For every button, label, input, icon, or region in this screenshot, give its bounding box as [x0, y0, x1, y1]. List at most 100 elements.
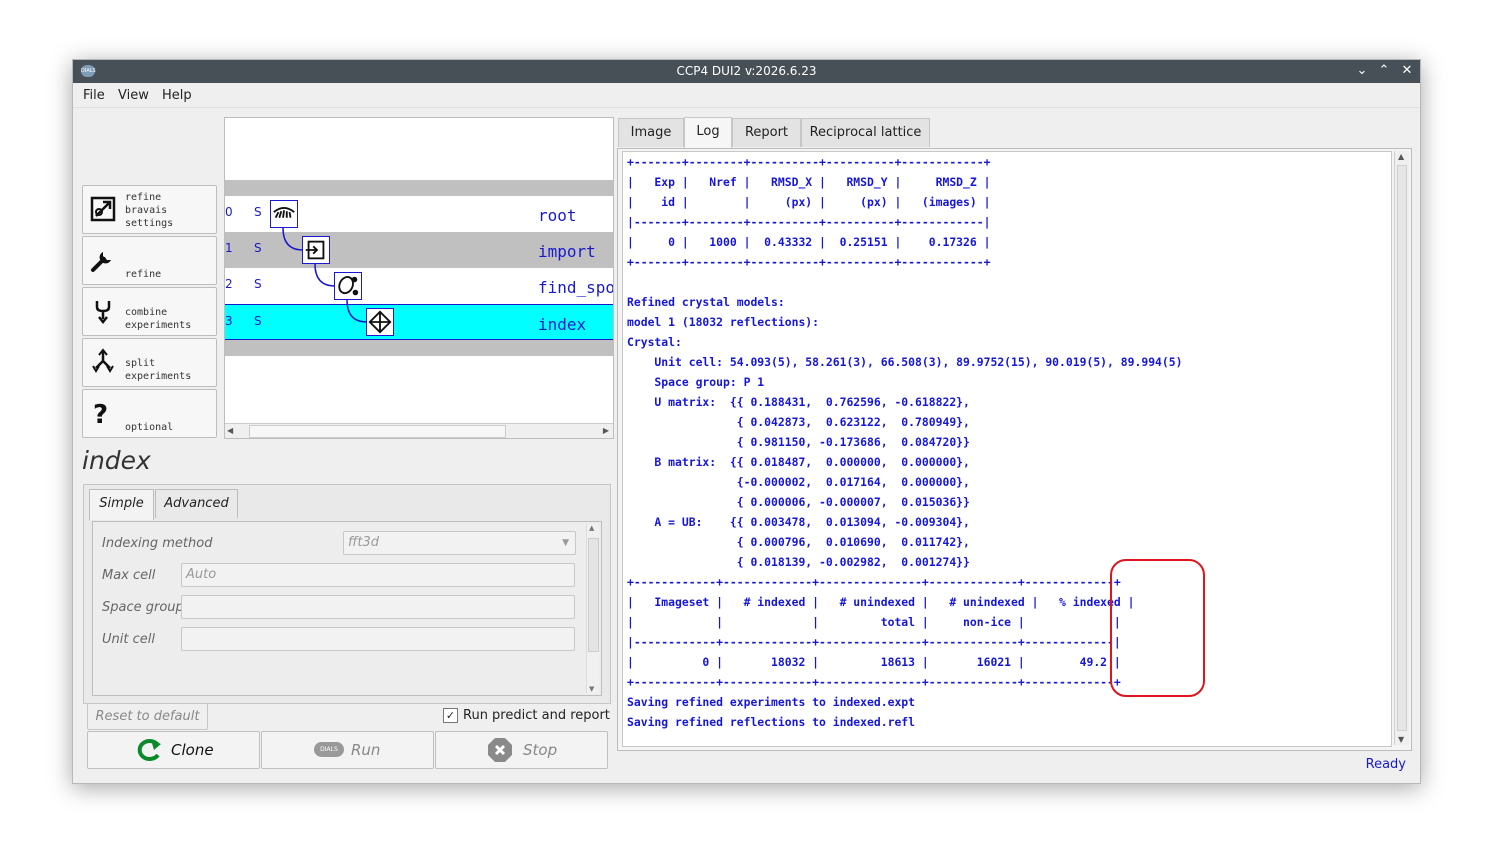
unit-cell-label: Unit cell: [102, 632, 155, 647]
tree-row-root[interactable]: 0 S root: [225, 196, 613, 232]
combine-label: combine experiments: [125, 307, 192, 331]
tab-advanced[interactable]: Advanced: [155, 489, 238, 518]
clone-button[interactable]: Clone: [87, 731, 260, 769]
question-icon: ?: [93, 400, 108, 427]
log-line: Unit cell: 54.093(5), 58.261(3), 66.508(…: [627, 355, 1183, 369]
space-group-label: Space group: [102, 600, 184, 615]
chevron-down-icon: ▼: [562, 538, 569, 548]
log-line: model 1 (18032 reflections):: [627, 315, 820, 329]
tab-image[interactable]: Image: [618, 118, 684, 147]
log-line: | | | total | non-ice | |: [627, 615, 1121, 629]
log-line: {-0.000002, 0.017164, 0.000000},: [627, 475, 970, 489]
scroll-down-icon[interactable]: ▼: [1398, 735, 1404, 744]
scroll-up-icon[interactable]: ▲: [589, 524, 594, 532]
log-output: +-------+--------+----------+----------+…: [623, 152, 1391, 732]
minimize-button[interactable]: ⌄: [1354, 63, 1370, 79]
indexing-method-value: fft3d: [348, 535, 380, 550]
node-status: S: [254, 277, 262, 291]
params-scroll-thumb[interactable]: [588, 538, 599, 652]
run-predict-checkbox[interactable]: ✓: [443, 708, 458, 723]
optional-label: optional: [125, 422, 174, 433]
split-experiments-button[interactable]: split experiments: [82, 338, 217, 387]
menu-help[interactable]: Help: [162, 88, 192, 103]
menu-view[interactable]: View: [118, 88, 149, 103]
log-line: B matrix: {{ 0.018487, 0.000000, 0.00000…: [627, 455, 970, 469]
tree-row-find-spots[interactable]: 2 S find_spots: [225, 268, 613, 304]
root-icon: [270, 200, 298, 228]
refine-bravais-icon: [90, 196, 116, 222]
menu-file[interactable]: File: [83, 88, 105, 103]
tab-reciprocal-lattice[interactable]: Reciprocal lattice: [801, 118, 930, 147]
space-group-input[interactable]: [181, 595, 575, 619]
node-number: 3: [225, 314, 233, 328]
refine-bravais-settings-button[interactable]: refine bravais settings: [82, 185, 217, 234]
stop-button[interactable]: Stop: [435, 731, 608, 769]
log-pane: +-------+--------+----------+----------+…: [617, 148, 1412, 751]
log-line: +-------+--------+----------+----------+…: [627, 155, 991, 169]
run-predict-label: Run predict and report: [463, 708, 610, 723]
log-vertical-scrollbar[interactable]: ▲ ▼: [1394, 151, 1409, 745]
menu-bar: File View Help: [73, 83, 1420, 108]
node-status: S: [254, 241, 262, 255]
reset-to-default-button[interactable]: Reset to default: [87, 703, 208, 730]
stop-icon: [488, 738, 512, 762]
log-line: | id | | (px) | (px) | (images) |: [627, 195, 991, 209]
node-label: root: [538, 206, 577, 225]
log-line: | Exp | Nref | RMSD_X | RMSD_Y | RMSD_Z …: [627, 175, 991, 189]
log-scroll-thumb[interactable]: [1397, 165, 1407, 731]
run-label: Run: [351, 741, 381, 759]
svg-text:?: ?: [93, 400, 108, 427]
node-status: S: [254, 314, 262, 328]
node-number: 1: [225, 241, 233, 255]
run-button[interactable]: DIALS Run: [261, 731, 434, 769]
split-label: split experiments: [125, 358, 192, 382]
refine-bravais-label: refine bravais settings: [125, 192, 174, 229]
tree-row-index[interactable]: 3 S index: [225, 304, 613, 340]
refine-button[interactable]: refine: [82, 236, 217, 285]
params-scrollbar[interactable]: ▲ ▼: [586, 524, 599, 693]
tab-simple[interactable]: Simple: [89, 489, 154, 520]
log-line: { 0.000796, 0.010690, 0.011742},: [627, 535, 970, 549]
log-line: Saving refined experiments to indexed.ex…: [627, 695, 916, 709]
tab-report[interactable]: Report: [732, 118, 801, 147]
close-button[interactable]: ✕: [1399, 63, 1415, 79]
log-line: +------------+-------------+------------…: [627, 575, 1121, 589]
log-line: Crystal:: [627, 335, 682, 349]
scroll-up-icon[interactable]: ▲: [1398, 152, 1404, 161]
log-line: A = UB: {{ 0.003478, 0.013094, -0.009304…: [627, 515, 970, 529]
find-spots-icon: [334, 272, 362, 300]
stop-label: Stop: [523, 741, 558, 759]
scroll-left-icon[interactable]: ◀: [227, 426, 233, 435]
tree-horizontal-scrollbar[interactable]: ◀ ▶: [225, 423, 613, 438]
tree-scroll-thumb[interactable]: [249, 425, 506, 438]
unit-cell-input[interactable]: [181, 627, 575, 651]
clone-label: Clone: [171, 741, 214, 759]
max-cell-label: Max cell: [102, 568, 156, 583]
log-line: { 0.000006, -0.000007, 0.015036}}: [627, 495, 970, 509]
maximize-button[interactable]: ⌃: [1376, 63, 1392, 79]
step-title: index: [82, 446, 151, 475]
log-line: | 0 | 1000 | 0.43332 | 0.25151 | 0.17326…: [627, 235, 991, 249]
workflow-tree: 0 S root 1 S import 2 S find_spots 3 S: [224, 117, 614, 439]
node-label: index: [538, 315, 587, 334]
log-line: +-------+--------+----------+----------+…: [627, 255, 991, 269]
clone-arrow-icon: [137, 739, 161, 761]
node-number: 2: [225, 277, 233, 291]
tab-log[interactable]: Log: [684, 117, 732, 149]
scroll-down-icon[interactable]: ▼: [589, 685, 594, 693]
node-label: import: [538, 242, 596, 261]
indexing-method-select[interactable]: fft3d ▼: [343, 531, 576, 555]
split-icon: [92, 348, 114, 373]
log-line: Space group: P 1: [627, 375, 765, 389]
log-text-area[interactable]: +-------+--------+----------+----------+…: [622, 151, 1392, 747]
window-title: CCP4 DUI2 v:2026.6.23: [676, 64, 817, 78]
optional-button[interactable]: ? optional: [82, 389, 217, 438]
log-line: { 0.981150, -0.173686, 0.084720}}: [627, 435, 970, 449]
scroll-right-icon[interactable]: ▶: [603, 426, 609, 435]
node-number: 0: [225, 205, 233, 219]
tree-row-import[interactable]: 1 S import: [225, 232, 613, 268]
index-icon: [366, 308, 394, 336]
max-cell-input[interactable]: Auto: [181, 563, 575, 587]
main-window: DIALS CCP4 DUI2 v:2026.6.23 ⌄ ⌃ ✕ File V…: [72, 59, 1421, 784]
combine-experiments-button[interactable]: combine experiments: [82, 287, 217, 336]
